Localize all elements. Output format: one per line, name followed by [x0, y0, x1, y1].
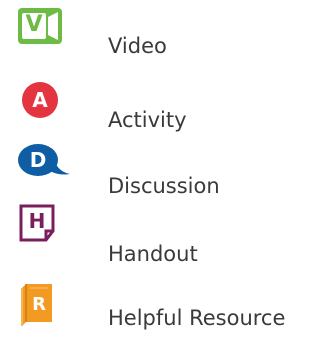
- resource-icon-letter: R: [32, 294, 46, 315]
- activity-icon-letter: A: [32, 88, 48, 112]
- handout-icon-letter: H: [28, 209, 46, 233]
- legend-label-handout: Handout: [108, 242, 198, 266]
- legend-label-resource: Helpful Resource: [108, 306, 286, 330]
- legend-label-activity: Activity: [108, 108, 187, 132]
- legend-label-video: Video: [108, 34, 167, 58]
- discussion-icon-letter: D: [29, 148, 47, 172]
- video-icon-letter: V: [25, 12, 43, 37]
- legend-label-discussion: Discussion: [108, 174, 220, 198]
